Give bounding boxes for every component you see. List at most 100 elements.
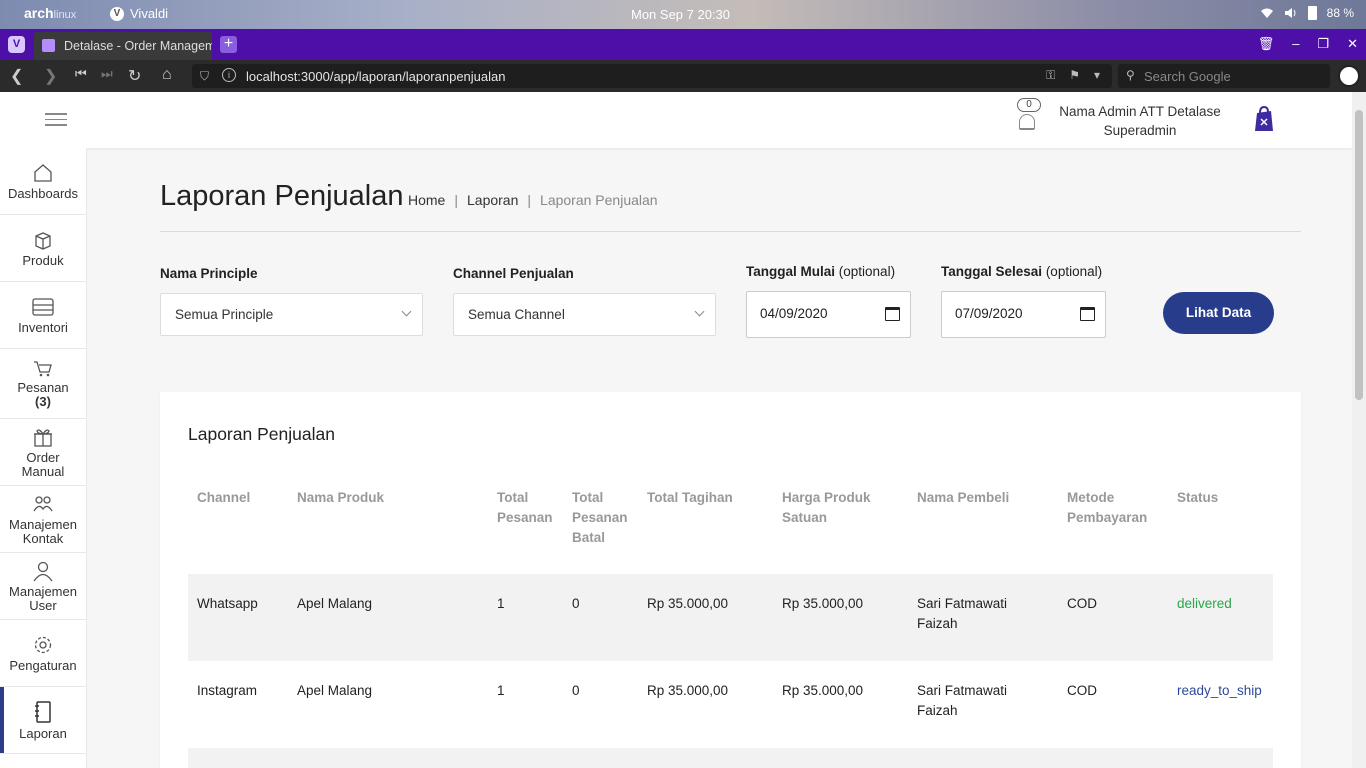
start-date-field[interactable]: 04/09/2020: [746, 291, 911, 338]
profile-avatar[interactable]: [1338, 65, 1360, 87]
search-input[interactable]: [1144, 67, 1314, 85]
breadcrumb-home[interactable]: Home: [408, 192, 445, 208]
col-header-text: Metode: [1067, 490, 1115, 505]
cell-buyer: Sari Fatmawati: [917, 596, 1008, 611]
arch-logo-sub: linux: [53, 9, 77, 21]
fast-forward-button[interactable]: ⏭: [101, 66, 113, 82]
menu-toggle-icon[interactable]: [45, 113, 67, 127]
sidebar-item-order-manual[interactable]: Order Manual: [0, 419, 86, 486]
sidebar-item-laporan[interactable]: Laporan: [0, 687, 86, 754]
sidebar-item-dashboards[interactable]: Dashboards: [0, 148, 86, 215]
back-button[interactable]: ❮: [10, 66, 23, 86]
key-icon[interactable]: ⚿: [1046, 68, 1055, 83]
minimize-button[interactable]: –: [1292, 36, 1299, 52]
notification-bell[interactable]: 0: [1014, 98, 1041, 138]
breadcrumb: Home | Laporan | Laporan Penjualan: [408, 192, 658, 208]
col-status: Status: [1177, 488, 1218, 508]
start-date-label: Tanggal Mulai (optional): [746, 264, 895, 279]
col-header-text: Nama Pembeli: [917, 490, 1010, 505]
cell-product: Apel Malang: [297, 683, 373, 698]
sidebar-item-pengaturan[interactable]: Pengaturan: [0, 620, 86, 687]
sidebar-item-pesanan[interactable]: Pesanan (3): [0, 349, 86, 419]
shield-icon[interactable]: ⛉: [200, 69, 209, 84]
channel-select[interactable]: Semua Channel: [453, 293, 716, 336]
reload-button[interactable]: ↻: [128, 66, 141, 86]
close-button[interactable]: ✕: [1347, 36, 1358, 52]
shopping-bag-icon[interactable]: [1254, 105, 1274, 133]
col-total-batal: Total Pesanan Batal: [572, 488, 628, 548]
sidebar-item-produk[interactable]: Produk: [0, 215, 86, 282]
wifi-icon[interactable]: [1260, 6, 1274, 20]
home-button[interactable]: ⌂: [162, 66, 172, 84]
breadcrumb-laporan[interactable]: Laporan: [467, 192, 518, 208]
table-row[interactable]: Instagram Apel Malang 1 0 Rp 35.000,00 R…: [188, 661, 1273, 748]
calendar-icon[interactable]: [1080, 307, 1095, 321]
bookmark-icon[interactable]: ⚑: [1069, 68, 1080, 83]
cell-cancelled: 0: [572, 596, 580, 611]
end-date-field[interactable]: 07/09/2020: [941, 291, 1106, 338]
dropdown-icon[interactable]: ▾: [1094, 68, 1100, 83]
url-field[interactable]: ⛉ i localhost:3000/app/laporan/laporanpe…: [192, 64, 1112, 88]
report-card: Laporan Penjualan Channel Nama Produk To…: [160, 392, 1301, 768]
col-header-text: Harga Produk: [782, 490, 871, 505]
calendar-icon[interactable]: [885, 307, 900, 321]
sidebar-item-manajemen-kontak[interactable]: Manajemen Kontak: [0, 486, 86, 553]
table-row[interactable]: [188, 748, 1273, 768]
cell-channel: Whatsapp: [197, 596, 258, 611]
end-date-label-text: Tanggal Selesai: [941, 264, 1043, 279]
col-header-text: Pesanan: [497, 510, 553, 525]
vivaldi-icon: V: [110, 6, 124, 21]
scrollbar-thumb[interactable]: [1355, 110, 1363, 400]
sidebar-item-manajemen-user[interactable]: Manajemen User: [0, 553, 86, 620]
battery-percent: 88 %: [1326, 6, 1354, 20]
new-tab-button[interactable]: +: [220, 36, 237, 53]
view-data-button[interactable]: Lihat Data: [1163, 292, 1274, 334]
table-row[interactable]: Whatsapp Apel Malang 1 0 Rp 35.000,00 Rp…: [188, 574, 1273, 661]
cell-unit-price: Rp 35.000,00: [782, 683, 864, 698]
vivaldi-menu-icon[interactable]: V: [8, 36, 25, 53]
cell-bill: Rp 35.000,00: [647, 683, 729, 698]
system-clock[interactable]: Mon Sep 7 20:30: [631, 7, 730, 22]
page-title: Laporan Penjualan: [160, 180, 404, 212]
status-badge: delivered: [1177, 596, 1232, 611]
app-header: 0 Nama Admin ATT Detalase Superadmin: [0, 92, 1352, 148]
sidebar-item-label: Manajemen: [9, 516, 77, 532]
principle-select-value: Semua Principle: [175, 307, 274, 322]
browser-tab-bar: V Detalase - Order Managem + 🗑 – ❐ ✕: [0, 29, 1366, 60]
maximize-button[interactable]: ❐: [1317, 36, 1329, 52]
active-app[interactable]: V Vivaldi: [110, 6, 168, 21]
warehouse-icon: [32, 297, 54, 316]
principle-select[interactable]: Semua Principle: [160, 293, 423, 336]
pesanan-count-badge: (3): [35, 394, 51, 409]
channel-select-value: Semua Channel: [468, 307, 565, 322]
battery-icon[interactable]: [1307, 6, 1317, 20]
optional-text: (optional): [1045, 264, 1103, 279]
system-tray: 88 %: [1260, 6, 1354, 20]
tab-favicon-icon: [42, 39, 55, 52]
col-header-text: Total: [572, 490, 604, 505]
browser-tab-active[interactable]: Detalase - Order Managem: [34, 32, 212, 60]
notification-count: 0: [1017, 98, 1041, 112]
volume-icon[interactable]: [1284, 6, 1298, 20]
site-info-icon[interactable]: i: [222, 68, 236, 82]
rewind-button[interactable]: ⏮: [75, 66, 87, 82]
chevron-down-icon: [401, 306, 412, 317]
trash-icon[interactable]: 🗑: [1258, 36, 1275, 52]
sidebar-item-label: Pesanan: [17, 380, 69, 395]
cell-buyer: Sari Fatmawati: [917, 683, 1008, 698]
arch-logo[interactable]: archlinux: [24, 5, 76, 21]
gift-icon: [34, 428, 52, 447]
user-info[interactable]: Nama Admin ATT Detalase Superadmin: [1050, 102, 1230, 140]
cell-cancelled: 0: [572, 683, 580, 698]
breadcrumb-separator: |: [454, 192, 458, 208]
col-nama-produk: Nama Produk: [297, 488, 384, 508]
sidebar-item-inventori[interactable]: Inventori: [0, 282, 86, 349]
search-box: ⚲: [1118, 64, 1330, 88]
col-channel: Channel: [197, 488, 250, 508]
start-date-label-text: Tanggal Mulai: [746, 264, 836, 279]
user-name: Nama Admin ATT Detalase: [1059, 104, 1221, 119]
sidebar-item-label: Dashboards: [7, 185, 79, 201]
page-scrollbar[interactable]: [1352, 92, 1366, 768]
col-total-tagihan: Total Tagihan: [647, 488, 733, 508]
forward-button[interactable]: ❯: [44, 66, 57, 86]
